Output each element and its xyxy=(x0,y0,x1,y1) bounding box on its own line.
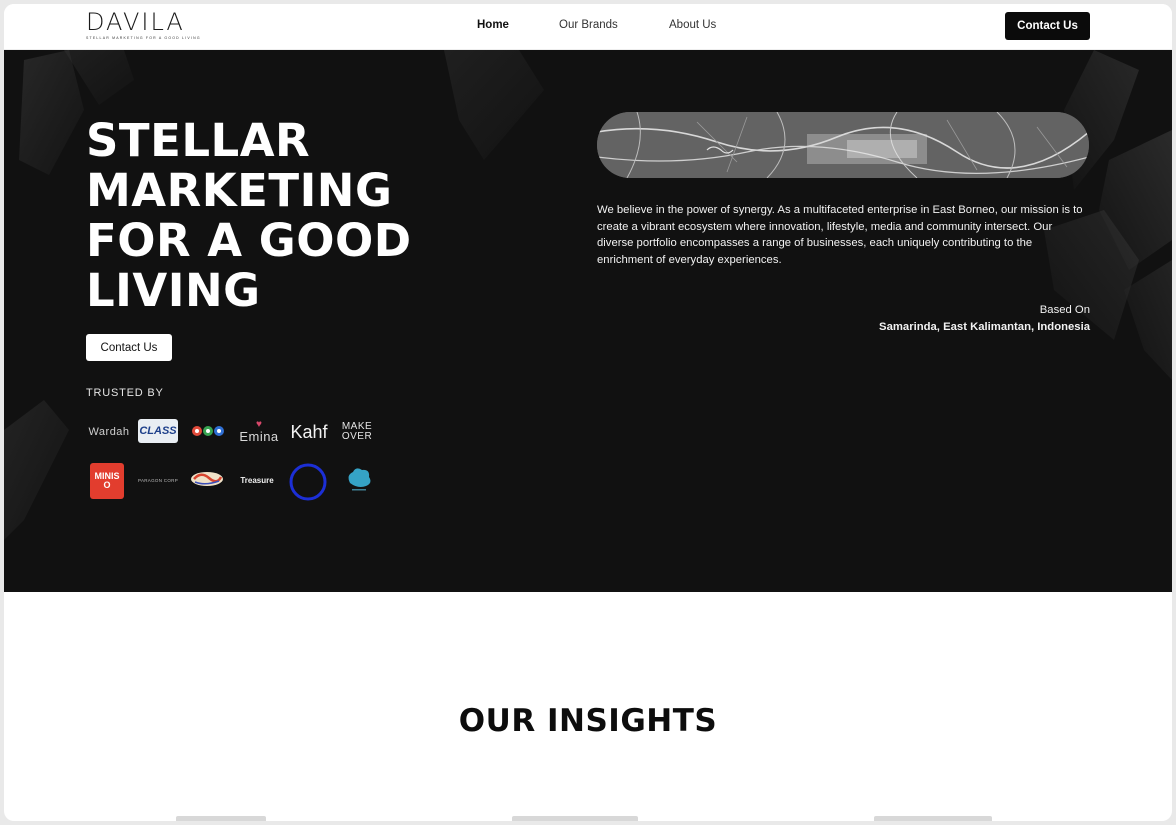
hero-section: STELLAR MARKETING FOR A GOOD LIVING Cont… xyxy=(4,50,1172,592)
hero-headline-line: FOR A GOOD xyxy=(86,214,412,267)
hero-headline-line: STELLAR xyxy=(86,114,311,167)
brand-name: PARAGON CORP xyxy=(137,477,179,483)
nav-our-brands[interactable]: Our Brands xyxy=(559,19,618,31)
brand-logo-ring xyxy=(288,463,328,501)
brand-logo-emina: ♥ Emina xyxy=(236,417,282,447)
brand-logo-class: CLASS xyxy=(138,419,178,443)
mission-paragraph: We believe in the power of synergy. As a… xyxy=(597,204,1083,266)
site-header: DAVILA STELLAR MARKETING FOR A GOOD LIVI… xyxy=(4,4,1172,50)
nav-home[interactable]: Home xyxy=(477,19,509,31)
brand-logo-makeover: MAKE OVER xyxy=(335,420,379,444)
insight-stat-peek xyxy=(874,816,992,821)
brand-logo-treasure: Treasure xyxy=(236,473,278,487)
brand-name: Treasure xyxy=(240,475,274,485)
based-on-block: Based On Samarinda, East Kalimantan, Ind… xyxy=(879,302,1090,335)
brand-name: Kahf xyxy=(290,421,328,442)
hero-headline-line: MARKETING xyxy=(86,164,393,217)
brand-logo-graffiti xyxy=(189,469,225,489)
based-on-label: Based On xyxy=(1039,304,1090,316)
brand-name: CLASS xyxy=(139,425,177,437)
map-banner-image xyxy=(597,112,1089,178)
brand-logo-miniso: MINISO xyxy=(90,463,124,499)
insights-heading: OUR INSIGHTS xyxy=(458,703,718,739)
hero-headline: STELLAR MARKETING FOR A GOOD LIVING xyxy=(86,116,506,316)
browser-page: DAVILA STELLAR MARKETING FOR A GOOD LIVI… xyxy=(4,4,1172,821)
brand-name: MINISO xyxy=(94,471,120,490)
brand-logo-cloud xyxy=(344,465,374,493)
brand-logo-paragon: PARAGON CORP xyxy=(136,475,180,485)
based-on-location: Samarinda, East Kalimantan, Indonesia xyxy=(879,320,1090,333)
nav-about-us[interactable]: About Us xyxy=(669,19,716,31)
header-contact-button[interactable]: Contact Us xyxy=(1005,12,1090,40)
logo-wordmark: DAVILA xyxy=(86,8,185,36)
trusted-by-label: TRUSTED BY xyxy=(86,387,164,399)
brand-name: MAKE OVER xyxy=(341,421,373,442)
brand-logo-kahf: Kahf xyxy=(286,420,332,444)
brand-name: Wardah xyxy=(88,426,130,438)
hero-contact-button[interactable]: Contact Us xyxy=(86,334,172,361)
brand-logo-wardah: Wardah xyxy=(86,425,132,439)
insight-stat-peek xyxy=(512,816,638,821)
logo-tagline: STELLAR MARKETING FOR A GOOD LIVING xyxy=(86,36,201,40)
insight-stat-peek xyxy=(176,816,266,821)
hero-headline-line: LIVING xyxy=(86,264,261,317)
brand-name: Emina xyxy=(239,429,279,444)
brand-logo-cfc-icon xyxy=(191,425,225,437)
davila-logo[interactable]: DAVILA STELLAR MARKETING FOR A GOOD LIVI… xyxy=(86,8,201,44)
